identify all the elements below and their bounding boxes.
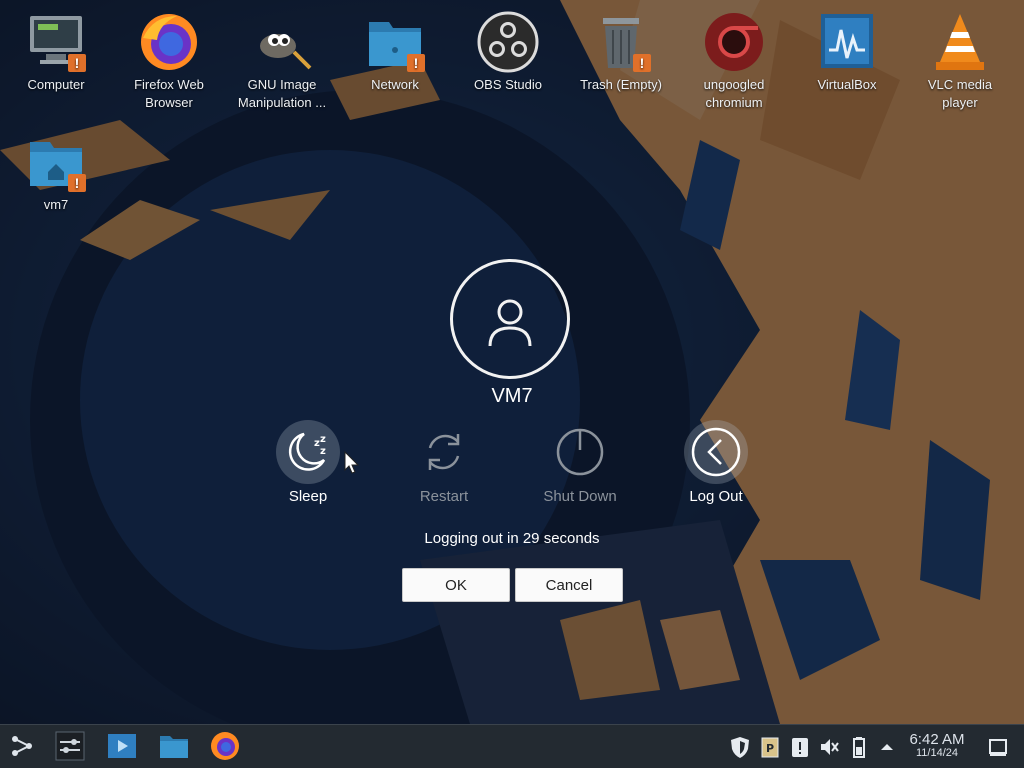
desktop-icon-trash[interactable]: ! Trash (Empty) [566, 10, 676, 94]
username: VM7 [491, 385, 533, 407]
system-settings-icon[interactable] [54, 730, 86, 762]
tray-expand-icon[interactable] [876, 735, 898, 759]
ok-button[interactable]: OK [402, 568, 510, 602]
desktop-icon-label: GNU Image Manipulation ... [237, 77, 327, 110]
warning-badge: ! [407, 54, 425, 72]
restart-button[interactable]: Restart [389, 420, 499, 505]
desktop-icon-label: VLC media player [927, 77, 993, 110]
show-desktop-icon[interactable] [987, 735, 1009, 759]
desktop-icon-label: vm7 [43, 197, 69, 212]
logout-icon [691, 427, 741, 477]
app-launcher-icon[interactable] [6, 730, 38, 762]
battery-icon[interactable] [848, 735, 870, 759]
desktop-icon-firefox[interactable]: Firefox Web Browser [114, 10, 224, 112]
firefox-icon[interactable] [209, 730, 241, 762]
desktop-icon-label: Computer [27, 77, 85, 92]
shutdown-icon [556, 428, 604, 476]
desktop-icon-chromium[interactable]: ungoogled chromium [679, 10, 789, 112]
virtualbox-icon [821, 14, 873, 68]
warning-badge: ! [68, 54, 86, 72]
logout-label: Log Out [689, 488, 743, 505]
file-manager-icon[interactable] [158, 730, 190, 762]
desktop-icon-gimp[interactable]: GNU Image Manipulation ... [227, 10, 337, 112]
mouse-cursor-icon [344, 451, 360, 474]
security-shield-icon[interactable] [729, 735, 751, 759]
desktop-icon-vlc[interactable]: VLC media player [905, 10, 1015, 112]
desktop-icon-label: VirtualBox [817, 77, 877, 92]
desktop-icon-virtualbox[interactable]: VirtualBox [792, 10, 902, 94]
taskbar: P 6:42 AM 11/14/24 [0, 724, 1024, 768]
desktop-icon-home[interactable]: ! vm7 [1, 130, 111, 214]
sleep-label: Sleep [288, 488, 328, 505]
svg-text:z: z [320, 446, 326, 457]
sleep-icon: z z z [288, 432, 326, 471]
vlc-icon [936, 14, 984, 70]
clipboard-icon[interactable]: P [759, 735, 781, 759]
desktop-icon-network[interactable]: ! Network [340, 10, 450, 94]
logout-button[interactable]: Log Out [661, 420, 771, 505]
restart-label: Restart [419, 488, 469, 505]
desktop-icon-label: Firefox Web Browser [134, 77, 204, 110]
notifications-icon[interactable] [789, 735, 811, 759]
user-avatar [450, 259, 570, 379]
logout-countdown: Logging out in 29 seconds [424, 530, 600, 547]
clock-time[interactable]: 6:42 AM [898, 731, 976, 748]
warning-badge: ! [633, 54, 651, 72]
desktop-icon-computer[interactable]: ! Computer [1, 10, 111, 94]
gimp-icon [260, 34, 312, 70]
desktop-icon-label: ungoogled chromium [703, 77, 765, 110]
svg-text:z: z [320, 434, 326, 445]
volume-muted-icon[interactable] [818, 735, 840, 759]
shutdown-label: Shut Down [543, 488, 617, 505]
cancel-button[interactable]: Cancel [515, 568, 623, 602]
discover-icon[interactable] [106, 730, 138, 762]
desktop-icon-label: OBS Studio [474, 77, 542, 92]
clock-date[interactable]: 11/14/24 [898, 747, 976, 759]
firefox-icon [141, 14, 197, 70]
svg-text:P: P [766, 742, 774, 755]
desktop-icon-label: Network [371, 77, 419, 92]
restart-icon [428, 434, 460, 470]
chromium-icon [705, 13, 763, 71]
user-icon [488, 299, 532, 347]
shutdown-button[interactable]: Shut Down [525, 420, 635, 505]
obs-icon [477, 11, 539, 73]
warning-badge: ! [68, 174, 86, 192]
desktop-icon-obs[interactable]: OBS Studio [453, 10, 563, 94]
desktop-icon-label: Trash (Empty) [580, 77, 662, 92]
